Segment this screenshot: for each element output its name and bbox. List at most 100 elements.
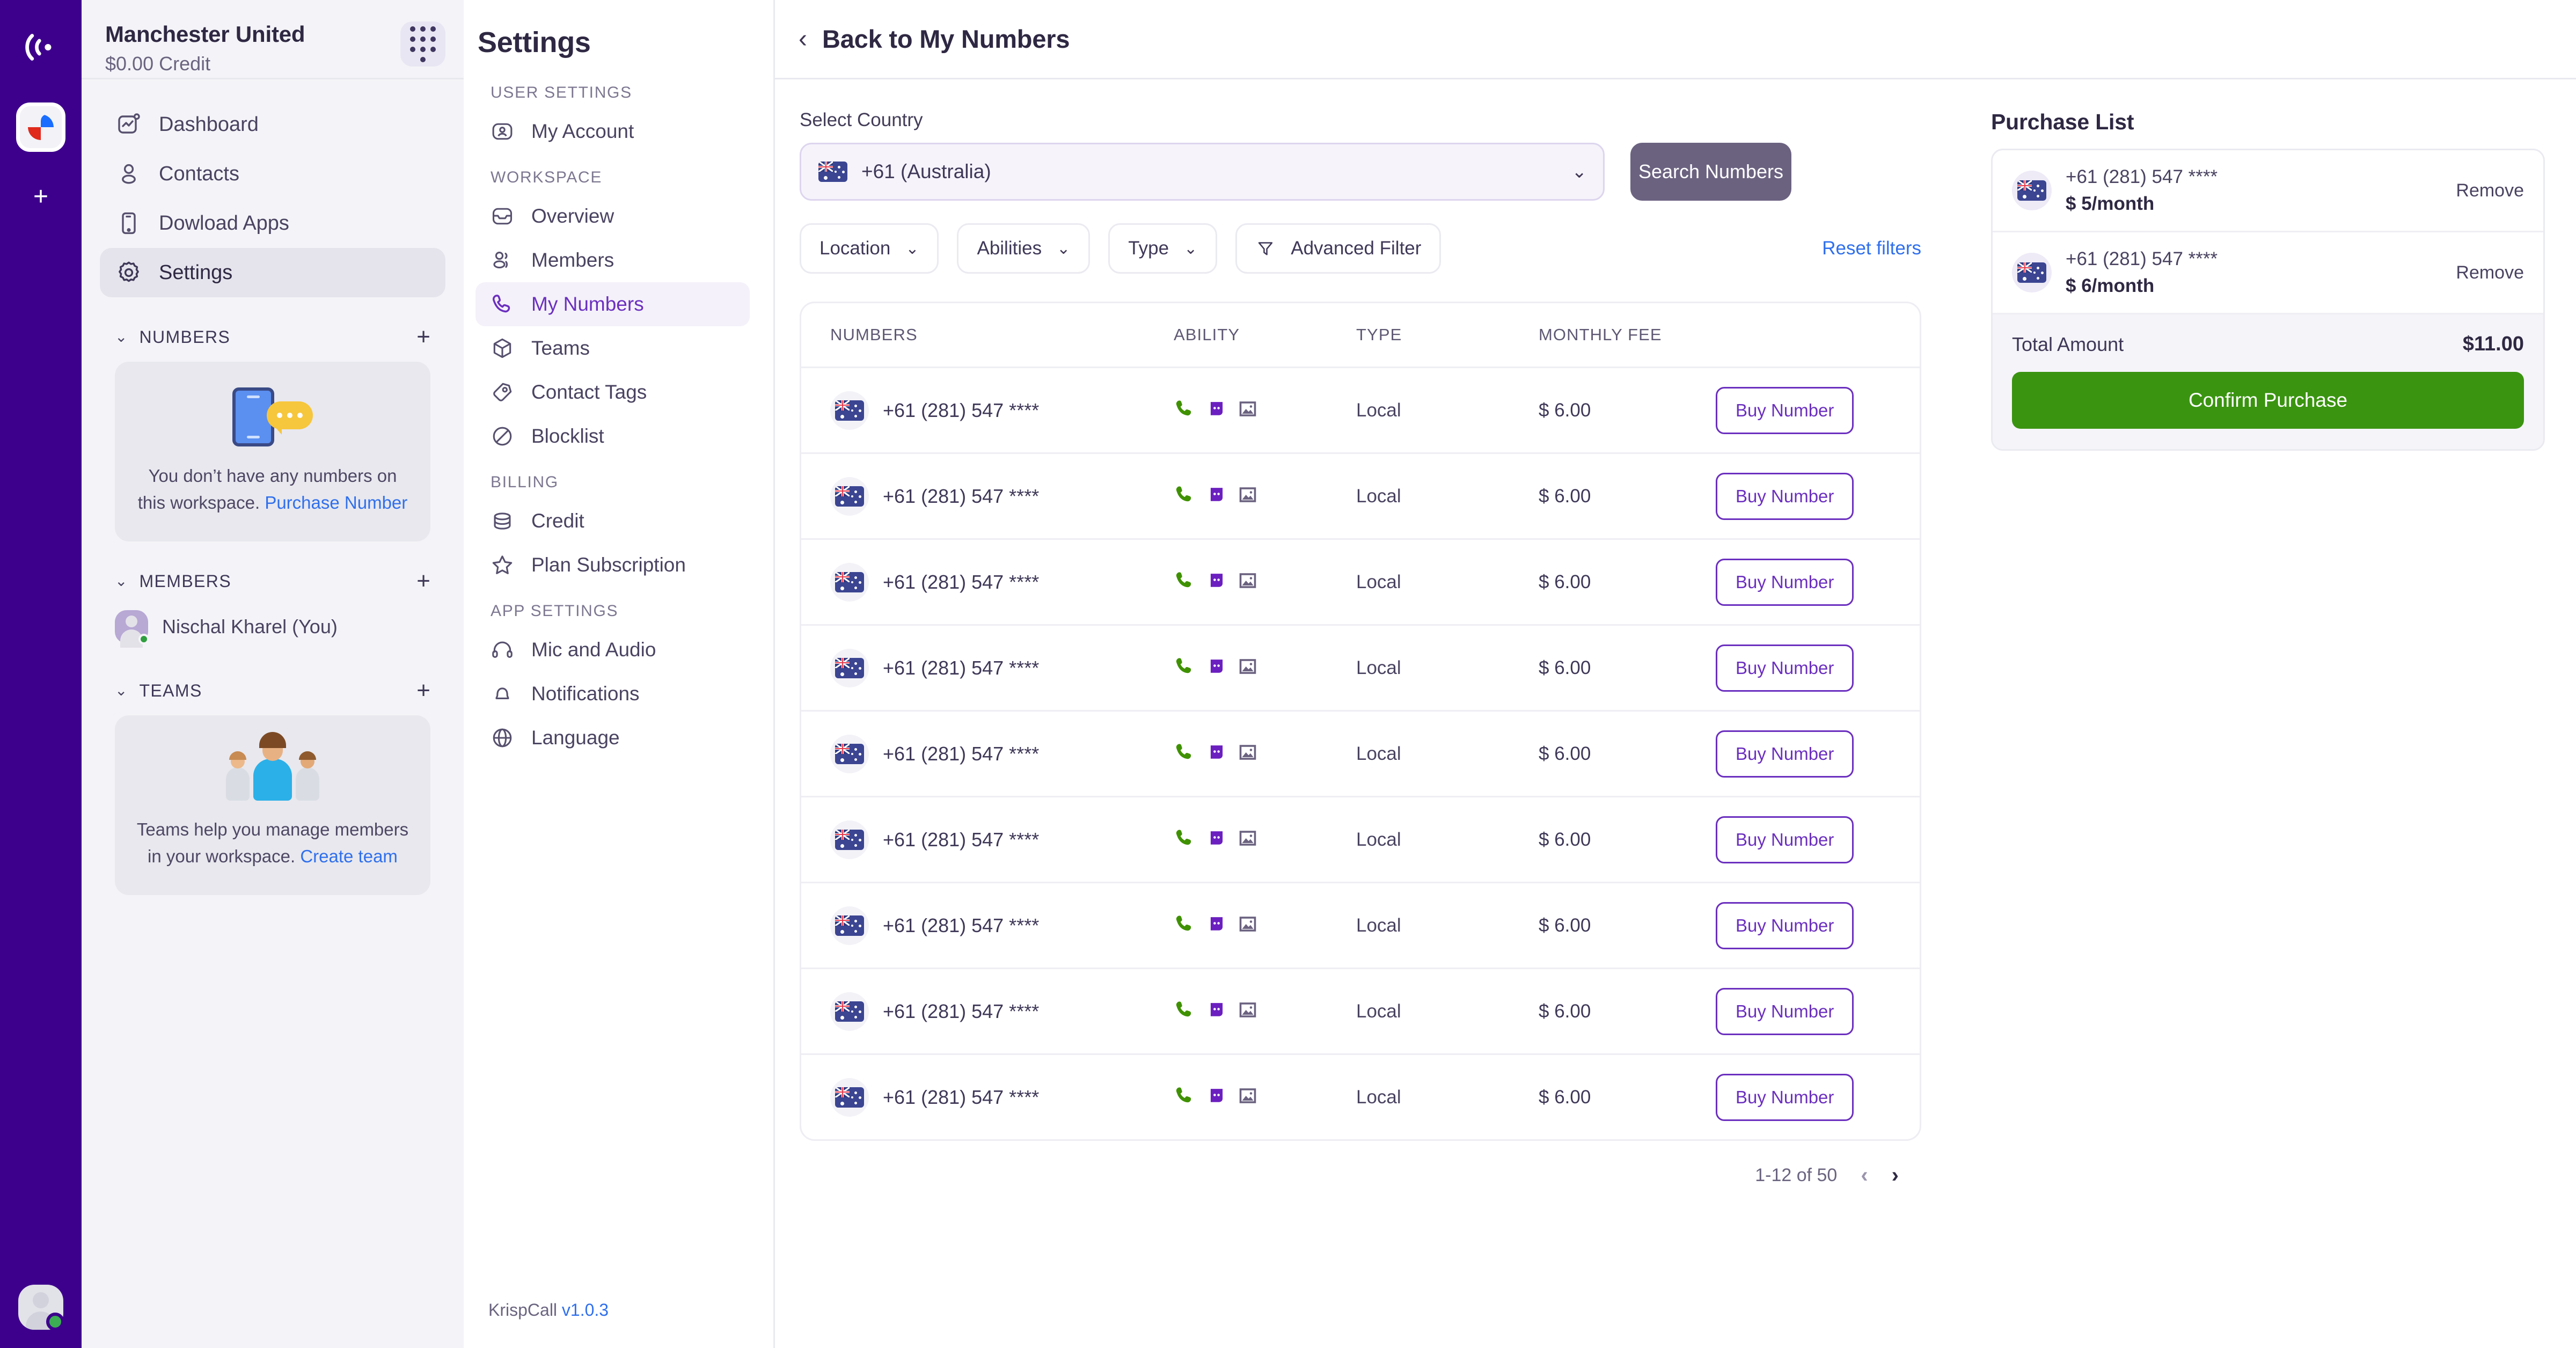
workspace-header: Manchester United $0.00 Credit: [82, 0, 464, 79]
settings-item-my-numbers[interactable]: My Numbers: [475, 282, 750, 326]
buy-number-button[interactable]: Buy Number: [1716, 988, 1854, 1035]
filter-abilities[interactable]: Abilities ⌄: [957, 223, 1090, 274]
ability-icons: [1174, 999, 1356, 1023]
purchase-list-column: Purchase List +61 (281) 547 ****$ 5/mont…: [1964, 79, 2576, 1348]
remove-button[interactable]: Remove: [2456, 180, 2524, 201]
pagination-prev-button[interactable]: ‹: [1861, 1164, 1868, 1186]
buy-number-button[interactable]: Buy Number: [1716, 816, 1854, 863]
flag-badge: [830, 820, 869, 859]
buy-number-button[interactable]: Buy Number: [1716, 559, 1854, 606]
workspace-credit: $0.00 Credit: [105, 53, 305, 75]
settings-item-mic-and-audio[interactable]: Mic and Audio: [475, 628, 750, 672]
buy-number-button[interactable]: Buy Number: [1716, 387, 1854, 434]
filter-bar: Location ⌄ Abilities ⌄ Type ⌄: [800, 223, 1964, 274]
add-member-button[interactable]: +: [416, 569, 430, 593]
account-circle-icon: [488, 118, 516, 145]
back-to-my-numbers-button[interactable]: ‹ Back to My Numbers: [799, 24, 1070, 54]
table-row: +61 (281) 547 **** Local$ 6.00Buy Number: [801, 538, 1920, 624]
buy-number-button[interactable]: Buy Number: [1716, 902, 1854, 949]
workspace-switcher-button[interactable]: [16, 102, 65, 152]
sms-bubble-icon: [1207, 829, 1226, 851]
members-section: ⌄ MEMBERS + Nischal Kharel (You): [82, 566, 464, 651]
row-fee: $ 6.00: [1539, 657, 1591, 678]
column-header-ability: ABILITY: [1174, 325, 1356, 345]
sidebar-item-settings[interactable]: Settings: [100, 248, 445, 297]
workspace-nav: Dashboard Contacts Dowload Apps: [82, 79, 464, 297]
search-numbers-button[interactable]: Search Numbers: [1630, 143, 1791, 201]
settings-item-members[interactable]: Members: [475, 238, 750, 282]
phone-icon: [488, 290, 516, 318]
australia-flag-icon: [2017, 180, 2046, 201]
mobile-phone-icon: [115, 209, 143, 237]
sidebar-item-dashboard[interactable]: Dashboard: [100, 100, 445, 149]
mms-image-icon: [1238, 399, 1257, 421]
settings-item-language[interactable]: Language: [475, 716, 750, 760]
settings-item-contact-tags[interactable]: Contact Tags: [475, 370, 750, 414]
group-label-workspace: WORKSPACE: [464, 169, 773, 187]
add-team-button[interactable]: +: [416, 679, 430, 702]
purchase-item-price: $ 6/month: [2066, 275, 2442, 297]
buy-number-button[interactable]: Buy Number: [1716, 473, 1854, 520]
column-header-numbers: NUMBERS: [830, 325, 1174, 345]
dialpad-icon[interactable]: [400, 21, 445, 67]
row-fee: $ 6.00: [1539, 743, 1591, 764]
settings-item-label: My Numbers: [531, 293, 644, 316]
buy-number-button[interactable]: Buy Number: [1716, 730, 1854, 778]
settings-item-notifications[interactable]: Notifications: [475, 672, 750, 716]
members-section-header[interactable]: ⌄ MEMBERS +: [100, 566, 445, 596]
settings-item-blocklist[interactable]: Blocklist: [475, 414, 750, 458]
numbers-section-header[interactable]: ⌄ NUMBERS +: [100, 322, 445, 352]
add-number-button[interactable]: +: [416, 325, 430, 349]
pagination: 1-12 of 50 ‹ ›: [800, 1164, 1899, 1207]
purchase-item-number: +61 (281) 547 ****: [2066, 166, 2442, 188]
sidebar-item-label: Dowload Apps: [159, 212, 289, 235]
australia-flag-icon: [818, 162, 847, 182]
mms-image-icon: [1238, 1086, 1257, 1108]
settings-item-credit[interactable]: Credit: [475, 499, 750, 543]
list-item[interactable]: Nischal Kharel (You): [100, 603, 445, 651]
page-title: Settings: [464, 26, 773, 59]
row-type: Local: [1356, 829, 1401, 850]
sms-bubble-icon: [1207, 1086, 1226, 1108]
sidebar-item-contacts[interactable]: Contacts: [100, 149, 445, 199]
settings-item-my-account[interactable]: My Account: [475, 109, 750, 153]
buy-number-button[interactable]: Buy Number: [1716, 644, 1854, 692]
filter-label: Abilities: [977, 238, 1042, 259]
row-number: +61 (281) 547 ****: [883, 399, 1039, 422]
phone-call-icon: [1174, 484, 1195, 508]
pagination-info: 1-12 of 50: [1755, 1165, 1837, 1186]
remove-button[interactable]: Remove: [2456, 262, 2524, 283]
phone-call-icon: [1174, 913, 1195, 937]
sidebar-item-download-apps[interactable]: Dowload Apps: [100, 199, 445, 248]
ability-icons: [1174, 656, 1356, 680]
online-status-dot: [46, 1313, 64, 1331]
settings-item-teams[interactable]: Teams: [475, 326, 750, 370]
ability-icons: [1174, 913, 1356, 937]
advanced-filter-button[interactable]: Advanced Filter: [1235, 223, 1441, 274]
sms-bubble-icon: [1207, 657, 1226, 679]
teams-section-header[interactable]: ⌄ TEAMS +: [100, 676, 445, 706]
filter-location[interactable]: Location ⌄: [800, 223, 939, 274]
reset-filters-link[interactable]: Reset filters: [1822, 238, 1921, 259]
section-title: NUMBERS: [139, 327, 230, 347]
add-workspace-button[interactable]: +: [25, 181, 57, 213]
row-fee: $ 6.00: [1539, 486, 1591, 507]
phone-call-icon: [1174, 999, 1195, 1023]
create-team-link[interactable]: Create team: [300, 846, 398, 866]
country-select[interactable]: +61 (Australia) ⌄: [800, 143, 1605, 201]
filter-type[interactable]: Type ⌄: [1108, 223, 1217, 274]
purchase-number-link[interactable]: Purchase Number: [265, 493, 407, 512]
row-number: +61 (281) 547 ****: [883, 1086, 1039, 1109]
pagination-next-button[interactable]: ›: [1892, 1164, 1899, 1186]
database-icon: [488, 507, 516, 535]
settings-item-label: Credit: [531, 510, 584, 532]
settings-item-plan-subscription[interactable]: Plan Subscription: [475, 543, 750, 587]
avatar[interactable]: [18, 1285, 63, 1330]
numbers-table: NUMBERS ABILITY TYPE MONTHLY FEE +61 (28…: [800, 302, 1921, 1141]
sms-bubble-icon: [1207, 485, 1226, 507]
australia-flag-icon: [835, 1087, 864, 1108]
settings-item-overview[interactable]: Overview: [475, 194, 750, 238]
buy-number-button[interactable]: Buy Number: [1716, 1074, 1854, 1121]
confirm-purchase-button[interactable]: Confirm Purchase: [2012, 372, 2524, 429]
chevron-left-icon: ‹: [799, 26, 807, 52]
